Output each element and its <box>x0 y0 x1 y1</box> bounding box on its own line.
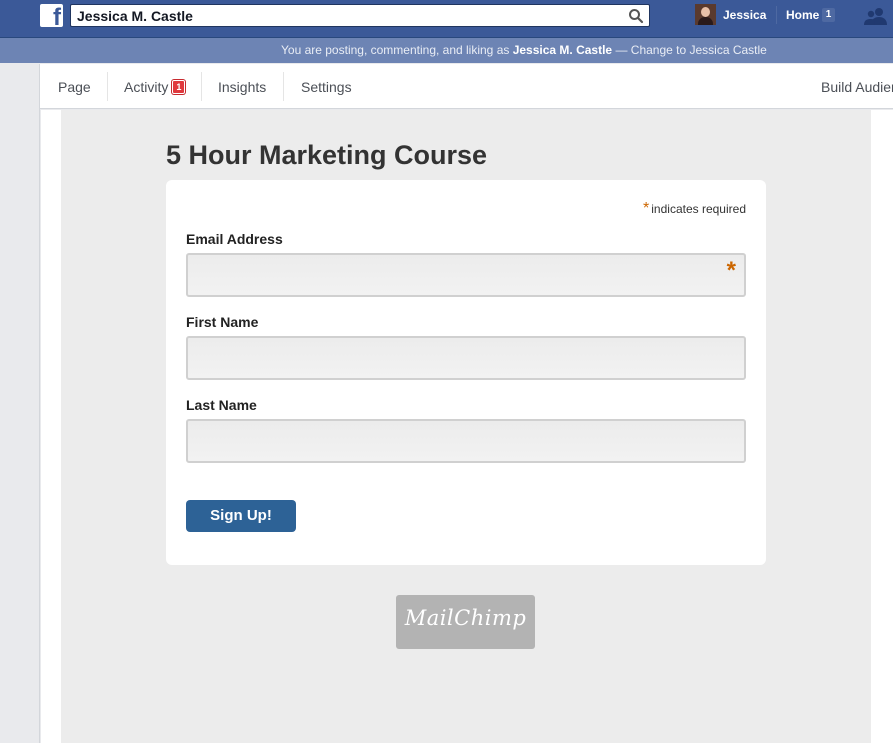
left-gutter <box>0 64 40 743</box>
home-link[interactable]: Home <box>786 8 819 22</box>
divider <box>283 72 284 101</box>
profile-name-link[interactable]: Jessica <box>723 8 766 22</box>
change-identity-link[interactable]: — Change to Jessica Castle <box>612 43 766 57</box>
divider <box>776 6 777 24</box>
required-note-text: indicates required <box>651 202 746 216</box>
search-box[interactable]: Jessica M. Castle <box>70 4 650 27</box>
friends-icon[interactable] <box>863 6 889 26</box>
mailchimp-logo[interactable]: MailChimp <box>396 595 535 649</box>
first-name-label: First Name <box>186 314 259 330</box>
search-input[interactable]: Jessica M. Castle <box>77 8 193 24</box>
home-count-badge: 1 <box>822 8 835 22</box>
mailchimp-logo-text: MailChimp <box>404 606 527 630</box>
page-content-frame: 5 Hour Marketing Course * indicates requi… <box>41 110 893 743</box>
required-note: * indicates required <box>643 200 746 218</box>
page-nav: Page Activity 1 Insights Settings Build A… <box>40 64 893 109</box>
search-icon[interactable] <box>628 8 644 24</box>
tab-activity-label: Activity <box>124 79 169 95</box>
divider <box>201 72 202 101</box>
last-name-field[interactable] <box>186 419 746 463</box>
required-star-icon: * <box>726 257 736 284</box>
notice-text: You are posting, commenting, and liking … <box>281 38 767 62</box>
divider <box>107 72 108 101</box>
last-name-label: Last Name <box>186 397 257 413</box>
avatar[interactable] <box>695 4 716 25</box>
email-field[interactable]: * <box>186 253 746 297</box>
top-bar: f Jessica M. Castle Jessica Home 1 <box>0 0 893 38</box>
required-star-icon: * <box>643 200 650 217</box>
tab-page[interactable]: Page <box>58 79 91 95</box>
first-name-field[interactable] <box>186 336 746 380</box>
tab-insights[interactable]: Insights <box>218 79 266 95</box>
build-audience-menu[interactable]: Build Audien <box>821 79 893 95</box>
tab-activity[interactable]: Activity 1 <box>124 79 186 95</box>
acting-as-notice: You are posting, commenting, and liking … <box>0 38 893 63</box>
tab-settings[interactable]: Settings <box>301 79 352 95</box>
email-label: Email Address <box>186 231 283 247</box>
signup-form-app: 5 Hour Marketing Course * indicates requi… <box>61 110 871 743</box>
facebook-logo-icon[interactable]: f <box>40 4 63 27</box>
signup-form-card: * indicates required Email Address * Firs… <box>166 180 766 565</box>
notice-prefix: You are posting, commenting, and liking … <box>281 43 513 57</box>
form-title: 5 Hour Marketing Course <box>166 140 488 170</box>
activity-badge: 1 <box>172 80 186 94</box>
notice-identity: Jessica M. Castle <box>512 43 613 57</box>
sign-up-button[interactable]: Sign Up! <box>186 500 296 532</box>
